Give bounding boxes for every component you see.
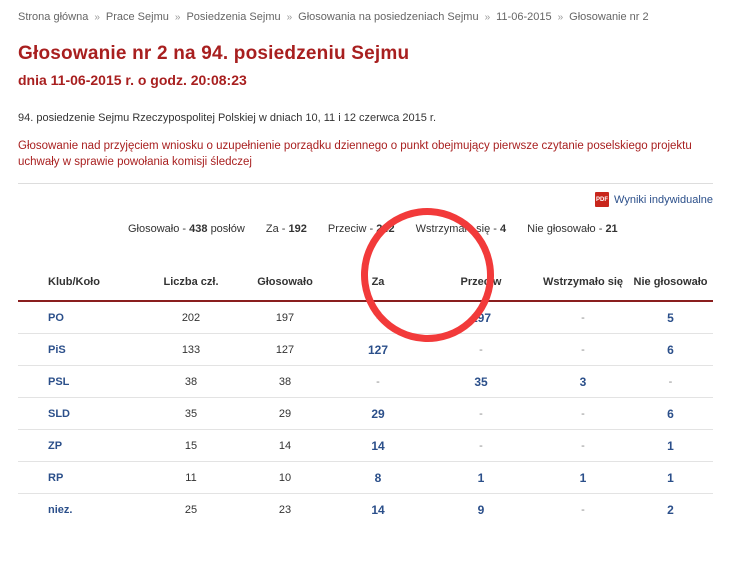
vote-description: Głosowanie nad przyjęciem wniosku o uzup…: [18, 140, 692, 168]
breadcrumb-separator: »: [94, 12, 100, 23]
table-cell[interactable]: 35: [424, 365, 538, 398]
breadcrumb-separator: »: [557, 12, 564, 23]
table-cell: 29: [238, 397, 332, 430]
table-row: RP 11 10 8 1 1 1: [18, 461, 713, 494]
table-cell[interactable]: 9: [424, 494, 538, 526]
club-link[interactable]: PiS: [18, 333, 144, 366]
table-cell: 14: [238, 429, 332, 462]
divider: [18, 183, 713, 184]
col-header-not-voted: Nie głosowało: [628, 264, 713, 302]
table-cell[interactable]: 1: [424, 461, 538, 494]
breadcrumb-separator: »: [286, 12, 293, 23]
breadcrumb-current: Głosowanie nr 2: [569, 11, 649, 23]
summary-voted: Głosowało - 438 posłów: [128, 223, 245, 235]
table-header-row: Klub/Koło Liczba czł. Głosowało Za Przec…: [18, 264, 713, 302]
table-cell[interactable]: 197: [424, 301, 538, 334]
col-header-members: Liczba czł.: [144, 264, 238, 302]
breadcrumb-item[interactable]: 11-06-2015: [496, 11, 551, 23]
summary-for: Za - 192: [265, 223, 307, 235]
table-cell[interactable]: 6: [628, 333, 713, 366]
table-cell: 10: [238, 461, 332, 494]
table-row: PiS 133 127 127- -6: [18, 333, 713, 366]
breadcrumb-item[interactable]: Strona główna: [18, 11, 88, 23]
summary-abstained: Wstrzymało się - 4: [415, 223, 507, 235]
table-row: SLD 35 29 29- -6: [18, 397, 713, 430]
col-header-for: Za: [332, 264, 424, 302]
table-cell: 133: [144, 333, 238, 366]
col-header-abstained: Wstrzymało się: [538, 264, 628, 302]
club-link[interactable]: RP: [18, 461, 144, 494]
vote-summary: Głosowało - 438 posłów Za - 192 Przeciw …: [128, 223, 636, 235]
table-cell: -: [538, 333, 628, 366]
table-cell[interactable]: 1: [628, 461, 713, 494]
table-cell[interactable]: 1: [628, 429, 713, 462]
table-cell: 38: [144, 365, 238, 398]
pdf-icon: PDF: [595, 192, 610, 207]
table-cell: -: [628, 365, 713, 398]
table-cell[interactable]: 2: [628, 494, 713, 526]
table-cell[interactable]: 5: [628, 301, 713, 334]
club-link[interactable]: SLD: [18, 397, 144, 430]
club-link[interactable]: PO: [18, 301, 144, 334]
table-cell[interactable]: 1: [538, 461, 628, 494]
table-cell: -: [424, 333, 538, 366]
table-cell: 202: [144, 301, 238, 334]
table-cell: -: [538, 429, 628, 462]
breadcrumb-item[interactable]: Posiedzenia Sejmu: [186, 11, 280, 23]
club-link[interactable]: PSL: [18, 365, 144, 398]
table-cell: 38: [238, 365, 332, 398]
col-header-voted: Głosowało: [238, 264, 332, 302]
table-cell: -: [424, 429, 538, 462]
results-table: Klub/Koło Liczba czł. Głosowało Za Przec…: [18, 264, 713, 525]
table-cell[interactable]: 29: [332, 397, 424, 430]
individual-results-label[interactable]: Wyniki indywidualne: [614, 194, 713, 206]
table-cell[interactable]: 6: [628, 397, 713, 430]
col-header-against: Przeciw: [424, 264, 538, 302]
table-cell[interactable]: 127: [332, 333, 424, 366]
page-subtitle: dnia 11-06-2015 r. o godz. 20:08:23: [18, 72, 247, 88]
table-cell[interactable]: 3: [538, 365, 628, 398]
table-cell: -: [538, 397, 628, 430]
breadcrumb-separator: »: [174, 12, 181, 23]
table-cell: -: [581, 503, 585, 516]
table-row: niez. 25 23 14 9 - 2: [18, 494, 713, 526]
table-cell[interactable]: 8: [332, 461, 424, 494]
summary-against: Przeciw - 242: [327, 223, 395, 235]
table-row: PO 202 197-197-5: [18, 301, 713, 334]
table-cell: -: [424, 397, 538, 430]
table-cell: -: [332, 301, 424, 334]
individual-results-link[interactable]: PDF Wyniki indywidualne: [595, 192, 713, 207]
table-cell: 11: [144, 461, 238, 494]
breadcrumb-item[interactable]: Głosowania na posiedzeniach Sejmu: [298, 11, 478, 23]
col-header-club: Klub/Koło: [18, 264, 144, 302]
page-title: Głosowanie nr 2 na 94. posiedzeniu Sejmu: [18, 43, 410, 64]
club-link[interactable]: ZP: [18, 429, 144, 462]
table-cell: -: [332, 365, 424, 398]
table-cell: 23: [278, 503, 292, 516]
table-cell: 15: [144, 429, 238, 462]
breadcrumb-separator: »: [484, 12, 491, 23]
table-cell: 197: [238, 301, 332, 334]
table-row: ZP 15 14 14- -1: [18, 429, 713, 462]
table-cell: 35: [144, 397, 238, 430]
table-cell: 25: [184, 503, 198, 516]
table-row: PSL 38 38-35 3-: [18, 365, 713, 398]
session-info: 94. posiedzenie Sejmu Rzeczypospolitej P…: [18, 112, 437, 124]
breadcrumb-item[interactable]: Prace Sejmu: [106, 11, 169, 23]
table-cell[interactable]: 14: [332, 429, 424, 462]
table-cell: -: [538, 301, 628, 334]
table-cell: 127: [238, 333, 332, 366]
summary-not-voted: Nie głosowało - 21: [527, 223, 618, 235]
table-cell[interactable]: 14: [332, 494, 424, 526]
breadcrumb: Strona główna » Prace Sejmu » Posiedzenia Se…: [18, 11, 649, 23]
club-link[interactable]: niez.: [18, 494, 144, 526]
